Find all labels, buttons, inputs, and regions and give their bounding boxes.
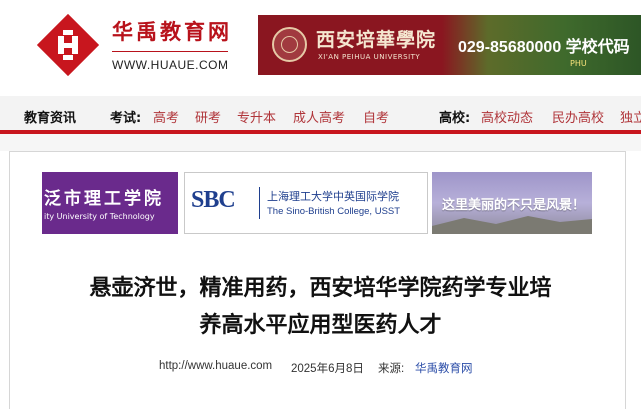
ad-school-name: 西安培華學院 — [316, 29, 437, 51]
article-date: 2025年6月8日 — [291, 363, 364, 375]
sbc-name-cn: 上海理工大学中英国际学院 — [267, 190, 399, 203]
sbc-name-en: The Sino-British College, USST — [267, 206, 401, 217]
article-source-label: 来源: — [378, 363, 405, 375]
article-title-line2: 养高水平应用型医药人才 — [199, 313, 442, 338]
ad-logo-scenery[interactable]: 这里美丽的不只是风景！ — [432, 172, 592, 234]
ad-logo-university-of-technology[interactable]: 泛市理工学院 ity University of Technology — [42, 172, 178, 234]
nav-school-private[interactable]: 民办高校 — [552, 107, 604, 126]
nav-home[interactable]: 教育资讯 — [24, 107, 76, 126]
main-nav: 教育资讯 考试: 高考 研考 专升本 成人高考 自考 高校: 高校动态 民办高校… — [0, 96, 641, 134]
scenery-slogan: 这里美丽的不只是风景！ — [442, 198, 586, 213]
site-header: 华禹教育网 WWW.HUAUE.COM 西安培華學院 XI'AN PEIHUA … — [0, 0, 641, 96]
nav-exam-yankao[interactable]: 研考 — [195, 107, 221, 126]
article-source-link[interactable]: 华禹教育网 — [415, 360, 473, 376]
nav-exam-chengren[interactable]: 成人高考 — [293, 107, 345, 126]
tile1-title: 泛市理工学院 — [44, 189, 164, 209]
nav-school-independent[interactable]: 独立 — [620, 107, 641, 126]
ad-banner[interactable]: 西安培華學院 XI'AN PEIHUA UNIVERSITY 029-85680… — [258, 15, 641, 75]
tile1-subtitle: ity University of Technology — [44, 212, 155, 221]
sbc-logo-icon: SBC — [191, 187, 236, 213]
nav-exam-gaokao[interactable]: 高考 — [153, 107, 179, 126]
sbc-divider — [259, 187, 260, 219]
ad-school-name-en: XI'AN PEIHUA UNIVERSITY — [318, 53, 421, 61]
article-title-line1: 悬壶济世，精准用药，西安培华学院药学专业培 — [89, 276, 552, 301]
article-url[interactable]: http://www.huaue.com — [159, 360, 272, 372]
scenery-image — [432, 216, 592, 234]
ad-small-text: PHU — [570, 59, 587, 68]
ad-logo-sbc[interactable]: SBC 上海理工大学中英国际学院 The Sino-British Colleg… — [184, 172, 428, 234]
nav-exam-zhuanshengben[interactable]: 专升本 — [237, 107, 276, 126]
nav-school-news[interactable]: 高校动态 — [481, 107, 533, 126]
nav-exam-zikao[interactable]: 自考 — [363, 107, 389, 126]
site-logo-icon[interactable] — [37, 14, 99, 76]
nav-exam-label: 考试: — [110, 111, 142, 126]
nav-school-label: 高校: — [439, 111, 471, 126]
ad-phone: 029-85680000 学校代码 — [458, 39, 630, 56]
logo-divider — [112, 51, 228, 52]
site-name[interactable]: 华禹教育网 — [112, 16, 232, 46]
site-url[interactable]: WWW.HUAUE.COM — [112, 58, 229, 72]
content-gap — [0, 134, 641, 151]
school-seal-icon — [272, 27, 307, 62]
